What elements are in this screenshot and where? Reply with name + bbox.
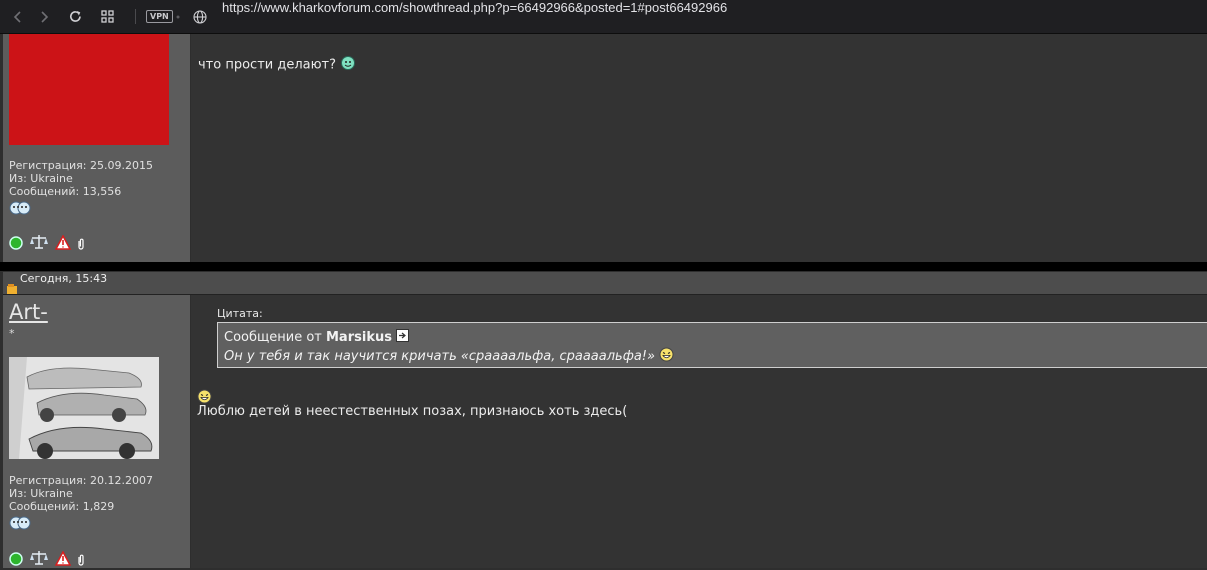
post-1: Регистрация: 25.09.2015 Из: Ukraine Сооб… <box>0 34 1207 262</box>
rank-star: * <box>9 327 15 340</box>
post-count: Сообщений: 13,556 <box>9 185 122 198</box>
paperclip-icon[interactable] <box>77 235 85 254</box>
avatar[interactable] <box>9 34 169 145</box>
forward-icon[interactable] <box>35 0 53 33</box>
user-status-icons <box>9 549 85 570</box>
address-bar[interactable]: https://www.kharkovforum.com/showthread.… <box>222 0 727 33</box>
quote-author[interactable]: Marsikus <box>326 330 392 345</box>
reputation-scales-icon[interactable] <box>29 550 49 570</box>
tabs-grid-icon[interactable] <box>98 0 116 33</box>
smiley-icon <box>340 55 356 75</box>
post-date: Сегодня, 15:43 <box>20 272 108 285</box>
reload-icon[interactable] <box>66 0 84 33</box>
avatar[interactable] <box>9 357 159 459</box>
post-message: Люблю детей в неестественных позах, приз… <box>197 404 628 419</box>
post-message-text: что прости делают? <box>198 57 337 73</box>
globe-icon[interactable] <box>191 0 209 33</box>
user-status-icons <box>9 233 85 254</box>
browser-toolbar: VPN https://www.kharkovforum.com/showthr… <box>0 0 1207 34</box>
report-warning-icon[interactable] <box>54 233 72 254</box>
paperclip-icon[interactable] <box>77 551 85 570</box>
dot-icon <box>175 0 181 33</box>
quote-box: Сообщение от Marsikus Он у тебя и так на… <box>217 322 1207 368</box>
post-message: что прости делают? <box>198 55 356 75</box>
laughing-smiley-icon <box>659 347 674 366</box>
user-sidebar: Регистрация: 25.09.2015 Из: Ukraine Сооб… <box>3 34 190 262</box>
quote-text-line: Он у тебя и так научится кричать «сраааа… <box>224 347 674 366</box>
quote-prefix: Сообщение от <box>224 330 322 345</box>
post-count: Сообщений: 1,829 <box>9 500 115 513</box>
username-link[interactable]: Art- <box>9 300 48 324</box>
post-content: что прости делают? <box>191 34 1207 262</box>
post-date-bar: Сегодня, 15:43 <box>3 272 1207 295</box>
cats-icon <box>9 199 31 220</box>
vpn-badge[interactable]: VPN <box>146 10 173 23</box>
quote-text: Он у тебя и так научится кричать «сраааа… <box>224 349 656 364</box>
user-sidebar: Art- * Регистрация: 20.12.2007 Из: Ukrai… <box>3 295 190 568</box>
toolbar-separator <box>135 9 136 24</box>
avatar-sketch-image <box>9 357 159 459</box>
post-divider <box>0 262 1207 271</box>
reg-date: Регистрация: 20.12.2007 <box>9 474 153 487</box>
report-warning-icon[interactable] <box>54 549 72 570</box>
quote-header: Сообщение от Marsikus <box>224 329 410 346</box>
reputation-scales-icon[interactable] <box>29 234 49 254</box>
quote-label: Цитата: <box>217 307 263 320</box>
reg-date: Регистрация: 25.09.2015 <box>9 159 153 172</box>
online-status-icon <box>9 551 23 570</box>
user-location: Из: Ukraine <box>9 487 73 500</box>
back-icon[interactable] <box>9 0 27 33</box>
user-location: Из: Ukraine <box>9 172 73 185</box>
online-status-icon <box>9 235 23 254</box>
cats-icon <box>9 514 31 535</box>
view-post-icon[interactable] <box>396 329 410 346</box>
